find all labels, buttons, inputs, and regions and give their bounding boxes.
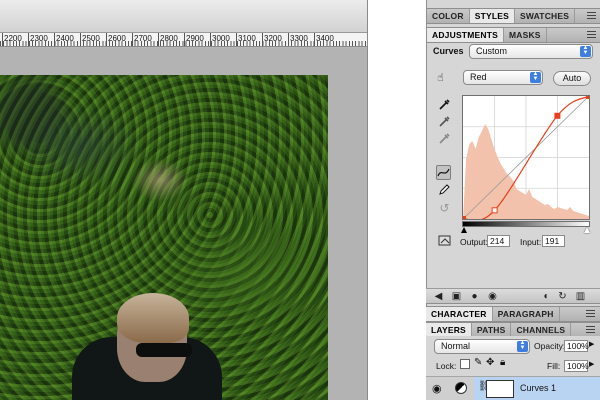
ruler-label: 2400 [54, 33, 74, 46]
opacity-label: Opacity: [534, 341, 566, 351]
curve-control-point[interactable] [586, 93, 592, 99]
black-eyedropper-icon[interactable] [437, 98, 452, 113]
ruler-label: 2600 [106, 33, 126, 46]
preset-value: Custom [476, 46, 508, 56]
input-label: Input: [520, 237, 542, 247]
tab-layers[interactable]: LAYERS [426, 323, 472, 337]
on-image-adjust-icon[interactable]: ☝ [433, 71, 448, 86]
ruler-label: 3300 [288, 33, 308, 46]
photo-canvas[interactable] [0, 75, 328, 400]
lock-position-icon[interactable]: ✥ [486, 357, 494, 368]
curve-edit-points-icon[interactable] [436, 165, 451, 180]
document-window: 2200 2300 2400 2500 2600 2700 2800 2900 … [0, 0, 368, 400]
fill-dropdown-icon[interactable]: ▶ [589, 360, 594, 368]
fill-field[interactable]: 100% [564, 360, 589, 372]
reset-icon[interactable]: ↻ [556, 290, 569, 303]
layer-visibility-eye-icon[interactable]: ◉ [432, 382, 442, 395]
curve-control-point[interactable] [554, 112, 561, 119]
curve-control-point[interactable] [460, 216, 466, 222]
panel-menu-icon[interactable] [587, 12, 596, 19]
back-arrow-icon[interactable]: ◀ [432, 290, 445, 303]
tab-paths[interactable]: PATHS [472, 323, 512, 337]
white-eyedropper-icon[interactable] [437, 132, 452, 147]
opacity-field[interactable]: 100% [564, 340, 589, 352]
fill-label: Fill: [547, 361, 561, 371]
smooth-curve-icon[interactable]: ↺ [437, 201, 452, 216]
ruler-label: 3400 [314, 33, 334, 46]
output-label: Output: [460, 237, 488, 247]
select-arrows-icon: ▲ ▼ [517, 340, 528, 352]
person-hair [117, 293, 189, 343]
panel-menu-icon[interactable] [586, 326, 595, 333]
clip-to-layer-icon[interactable]: ● [468, 290, 481, 303]
character-tabbar: CHARACTER PARAGRAPH [426, 306, 600, 322]
expand-view-icon[interactable]: ▣ [450, 290, 463, 303]
document-titlebar[interactable] [0, 0, 367, 33]
channel-select[interactable]: Red ▲ ▼ [463, 70, 543, 85]
panel-menu-icon[interactable] [587, 31, 596, 38]
curves-graph[interactable] [460, 93, 592, 222]
select-arrows-icon: ▲ ▼ [530, 71, 541, 83]
color-tabbar: COLOR STYLES SWATCHES [427, 8, 600, 24]
ruler-label: 3000 [210, 33, 230, 46]
layer-mask-thumbnail[interactable] [486, 380, 514, 398]
ruler-label: 2700 [132, 33, 152, 46]
tab-masks[interactable]: MASKS [504, 28, 547, 42]
ruler-label: 2900 [184, 33, 204, 46]
layer-name[interactable]: Curves 1 [520, 383, 556, 393]
input-output-row: Output: 214 Input: 191 [432, 234, 597, 250]
lock-all-icon[interactable]: 🔒︎ [500, 357, 505, 368]
channel-value: Red [470, 72, 487, 82]
tab-character[interactable]: CHARACTER [426, 307, 493, 321]
adjustments-footer: ◀ ▣ ● ◉ ◐ ↻ ▥ [426, 288, 600, 304]
person-sunglasses [136, 343, 192, 357]
adjustments-tabbar: ADJUSTMENTS MASKS [427, 27, 600, 43]
curve-control-point[interactable] [491, 207, 498, 214]
auto-button[interactable]: Auto [553, 71, 591, 86]
preset-select[interactable]: Custom ▲ ▼ [469, 44, 593, 59]
tab-color[interactable]: COLOR [427, 9, 470, 23]
input-gradient-bar [462, 221, 590, 227]
opacity-dropdown-icon[interactable]: ▶ [589, 340, 594, 348]
ruler-label: 2800 [158, 33, 178, 46]
layer-row-curves[interactable]: ◉ ⛓ Curves 1 [426, 376, 600, 400]
select-arrows-icon: ▲ ▼ [580, 45, 591, 57]
black-point-slider[interactable] [461, 227, 467, 233]
tab-paragraph[interactable]: PARAGRAPH [493, 307, 560, 321]
lock-pixels-icon[interactable]: ✎ [474, 357, 482, 368]
trash-icon[interactable]: ▥ [574, 290, 587, 303]
lock-label: Lock: [436, 361, 457, 371]
gray-eyedropper-icon[interactable] [437, 115, 452, 130]
tab-adjustments[interactable]: ADJUSTMENTS [427, 28, 504, 42]
pencil-icon[interactable] [437, 183, 452, 198]
curves-svg [460, 93, 592, 222]
blend-mode-select[interactable]: Normal ▲ ▼ [434, 339, 530, 354]
curves-preset-row: Curves Custom ▲ ▼ [433, 44, 597, 60]
photo-person [72, 293, 222, 400]
blend-mode-value: Normal [441, 341, 471, 351]
ruler-label: 3100 [236, 33, 256, 46]
ruler-label: 3200 [262, 33, 282, 46]
panel-menu-icon[interactable] [586, 310, 595, 317]
layers-panel: Normal ▲ ▼ Opacity: 100% ▶ Lock: ✎ ✥ 🔒︎ F… [426, 336, 600, 400]
tab-channels[interactable]: CHANNELS [511, 323, 572, 337]
visibility-eye-icon[interactable]: ◉ [486, 290, 499, 303]
tab-styles[interactable]: STYLES [469, 9, 515, 23]
tab-swatches[interactable]: SWATCHES [515, 9, 576, 23]
white-point-slider[interactable] [584, 227, 590, 233]
lock-transparent-icon[interactable] [460, 359, 470, 369]
output-field[interactable]: 214 [487, 235, 510, 247]
adjustment-type-label: Curves [433, 46, 464, 56]
horizontal-ruler: 2200 2300 2400 2500 2600 2700 2800 2900 … [0, 33, 367, 47]
input-field[interactable]: 191 [542, 235, 565, 247]
adjustment-layer-icon [455, 382, 467, 394]
ruler-label: 2300 [28, 33, 48, 46]
ruler-label: 2500 [80, 33, 100, 46]
ruler-label: 2200 [2, 33, 22, 46]
previous-state-icon[interactable]: ◐ [540, 290, 553, 303]
channel-row: ☝ Red ▲ ▼ Auto [433, 70, 597, 88]
